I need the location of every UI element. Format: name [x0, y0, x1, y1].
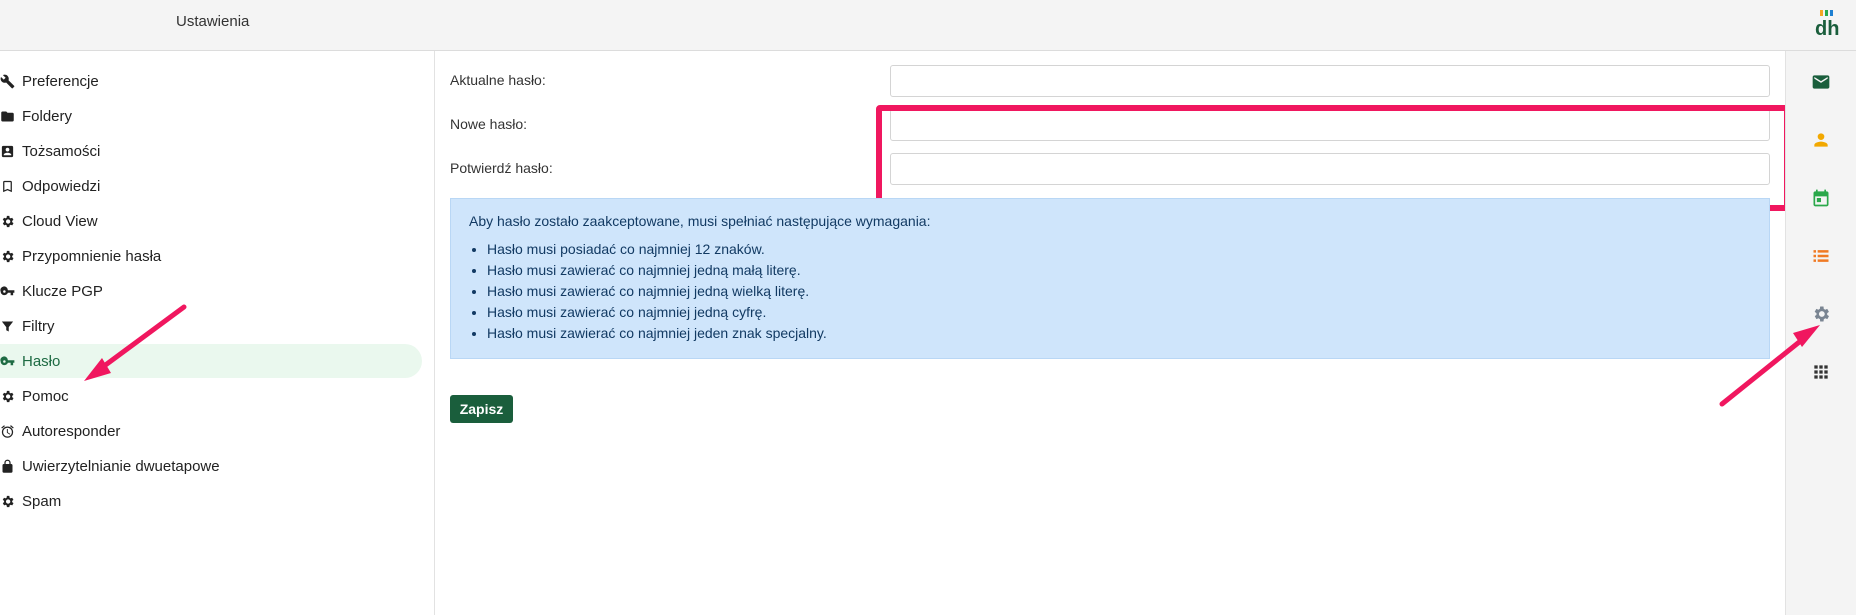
gear-icon [0, 239, 22, 273]
current-password-input[interactable] [890, 65, 1770, 97]
confirm-password-label: Potwierdź hasło: [450, 160, 553, 176]
sidebar-item-przypomnienie-hasla[interactable]: Przypomnienie hasła [0, 239, 422, 273]
sidebar-item-pomoc[interactable]: Pomoc [0, 379, 422, 413]
sidebar-item-label: Autoresponder [22, 422, 121, 440]
sidebar-item-label: Foldery [22, 107, 73, 125]
wrench-icon [0, 64, 22, 98]
requirements-intro: Aby hasło zostało zaakceptowane, musi sp… [469, 213, 931, 229]
sidebar-item-foldery[interactable]: Foldery [0, 99, 422, 133]
confirm-password-input[interactable] [890, 153, 1770, 185]
sidebar-item-uwierzytelnianie-dwuetapowe[interactable]: Uwierzytelnianie dwuetapowe [0, 449, 422, 483]
dh-logo[interactable]: dh [1812, 8, 1840, 38]
app-switcher-bar [1785, 51, 1856, 615]
sidebar-item-haslo[interactable]: Hasło [0, 344, 422, 378]
sidebar-item-autoresponder[interactable]: Autoresponder [0, 414, 422, 448]
key-icon [0, 274, 22, 308]
sidebar-item-label: Odpowiedzi [22, 177, 101, 195]
settings-icon[interactable] [1808, 301, 1834, 327]
bookmark-icon [0, 169, 22, 203]
tasks-icon[interactable] [1808, 243, 1834, 269]
gear-icon [0, 484, 22, 518]
password-requirements: Aby hasło zostało zaakceptowane, musi sp… [450, 198, 1770, 359]
sidebar-item-cloud-view[interactable]: Cloud View [0, 204, 422, 238]
requirement-item: Hasło musi zawierać co najmniej jedną cy… [487, 302, 827, 323]
sidebar-item-label: Pomoc [22, 387, 69, 405]
top-bar: Ustawienia dh [0, 0, 1856, 51]
sidebar-item-klucze-pgp[interactable]: Klucze PGP [0, 274, 422, 308]
apps-grid-icon[interactable] [1808, 359, 1834, 385]
alarm-icon [0, 414, 22, 448]
requirements-list: Hasło musi posiadać co najmniej 12 znakó… [469, 239, 827, 344]
sidebar-item-label: Spam [22, 492, 62, 510]
sidebar-item-label: Hasło [22, 352, 61, 370]
sidebar-item-preferencje[interactable]: Preferencje [0, 64, 422, 98]
sidebar-item-tozsamosci[interactable]: Tożsamości [0, 134, 422, 168]
sidebar-item-label: Przypomnienie hasła [22, 247, 162, 265]
lock-icon [0, 449, 22, 483]
calendar-icon[interactable] [1808, 185, 1834, 211]
sidebar-item-label: Preferencje [22, 72, 99, 90]
sidebar-item-odpowiedzi[interactable]: Odpowiedzi [0, 169, 422, 203]
requirement-item: Hasło musi posiadać co najmniej 12 znakó… [487, 239, 827, 260]
requirement-item: Hasło musi zawierać co najmniej jedną wi… [487, 281, 827, 302]
sidebar-item-label: Uwierzytelnianie dwuetapowe [22, 457, 220, 475]
new-password-input[interactable] [890, 109, 1770, 141]
svg-text:dh: dh [1815, 18, 1839, 38]
sidebar-item-label: Filtry [22, 317, 55, 335]
page-title: Ustawienia [176, 13, 250, 30]
sidebar-item-label: Tożsamości [22, 142, 101, 160]
folder-icon [0, 99, 22, 133]
contact-card-icon [0, 134, 22, 168]
password-form: Aktualne hasło: Nowe hasło: Potwierdź ha… [435, 51, 1790, 615]
key-icon [0, 344, 22, 378]
mail-icon[interactable] [1808, 69, 1834, 95]
new-password-label: Nowe hasło: [450, 116, 528, 132]
requirement-item: Hasło musi zawierać co najmniej jedną ma… [487, 260, 827, 281]
save-button[interactable]: Zapisz [450, 395, 513, 423]
gear-icon [0, 204, 22, 238]
sidebar-item-label: Klucze PGP [22, 282, 103, 300]
requirement-item: Hasło musi zawierać co najmniej jeden zn… [487, 323, 827, 344]
sidebar-item-filtry[interactable]: Filtry [0, 309, 422, 343]
sidebar-item-label: Cloud View [22, 212, 98, 230]
settings-sidebar: Preferencje Foldery Tożsamości Odpowiedz… [0, 51, 435, 615]
sidebar-item-spam[interactable]: Spam [0, 484, 422, 518]
contacts-icon[interactable] [1808, 127, 1834, 153]
current-password-label: Aktualne hasło: [450, 72, 546, 88]
gear-icon [0, 379, 22, 413]
filter-icon [0, 309, 22, 343]
